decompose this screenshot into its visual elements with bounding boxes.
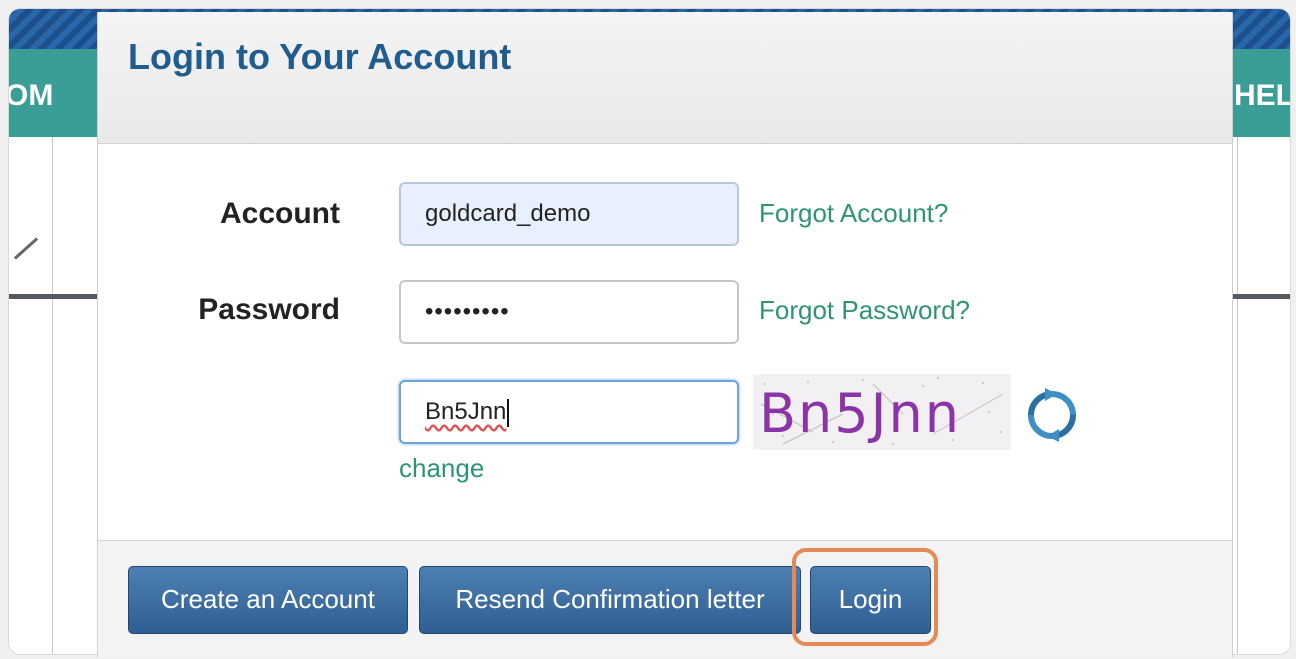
captcha-change-link[interactable]: change bbox=[399, 453, 484, 484]
forgot-account-link[interactable]: Forgot Account? bbox=[759, 198, 948, 229]
captcha-image-text: Bn5Jnn bbox=[759, 382, 961, 445]
dialog-title: Login to Your Account bbox=[128, 36, 512, 77]
text-cursor bbox=[507, 398, 510, 427]
refresh-icon[interactable] bbox=[1023, 386, 1081, 444]
nav-item-right-fragment: HEL bbox=[1234, 79, 1291, 112]
page-left-column bbox=[9, 137, 53, 654]
login-dialog: Login to Your Account Account goldcard_d… bbox=[97, 12, 1233, 657]
page-right-column bbox=[1238, 137, 1290, 654]
forgot-password-link[interactable]: Forgot Password? bbox=[759, 295, 970, 326]
nav-item-left-fragment: OM bbox=[8, 79, 54, 112]
divider bbox=[1237, 137, 1238, 654]
resend-confirmation-button[interactable]: Resend Confirmation letter bbox=[419, 566, 801, 634]
captcha-image: Bn5Jnn bbox=[753, 374, 1011, 450]
captcha-input-value: Bn5Jnn bbox=[425, 398, 507, 425]
login-button-highlight bbox=[792, 548, 938, 646]
password-input[interactable]: ••••••••• bbox=[399, 280, 739, 344]
divider bbox=[52, 137, 53, 654]
create-account-button[interactable]: Create an Account bbox=[128, 566, 408, 634]
account-label: Account bbox=[220, 197, 340, 230]
captcha-input[interactable]: Bn5Jnn bbox=[399, 380, 739, 444]
password-label: Password bbox=[198, 293, 340, 326]
dialog-header: Login to Your Account bbox=[98, 12, 1232, 144]
account-input[interactable]: goldcard_demo bbox=[399, 182, 739, 246]
